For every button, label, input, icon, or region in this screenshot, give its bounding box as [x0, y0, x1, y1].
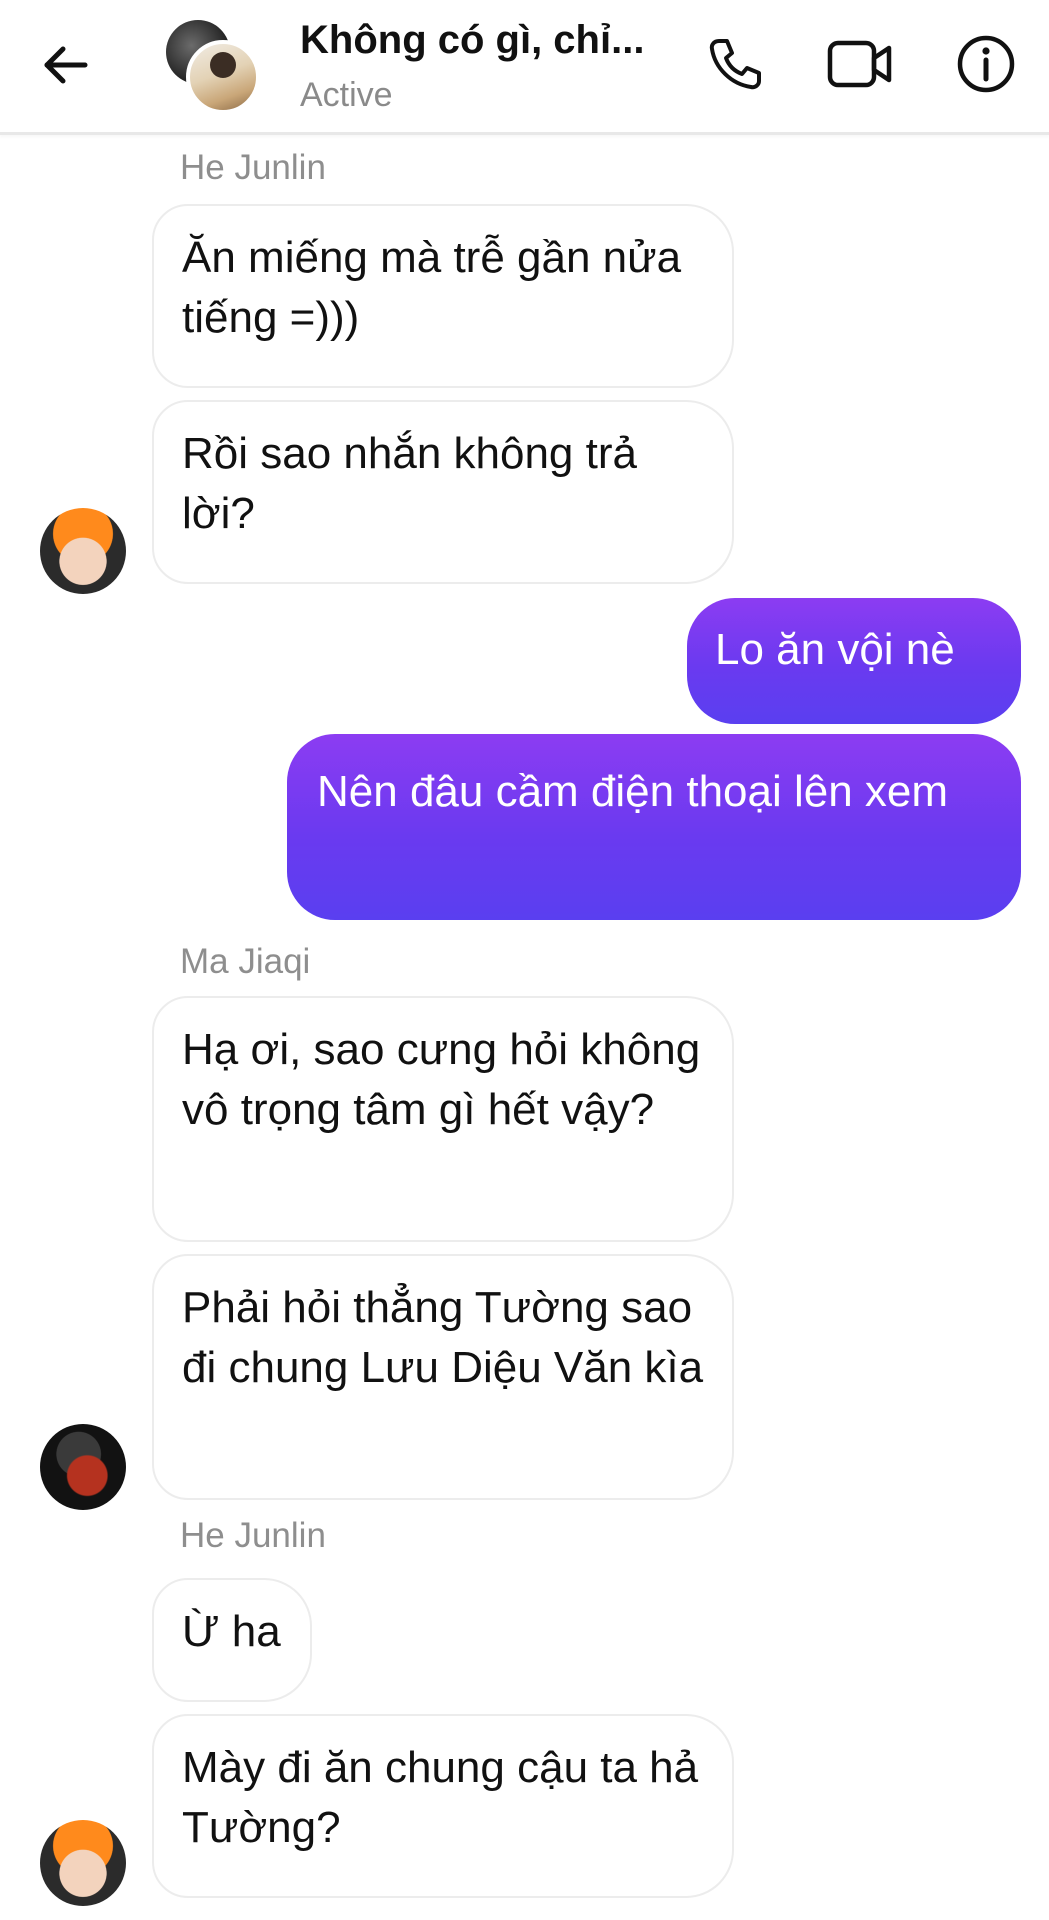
incoming-message-bubble[interactable]: Ăn miếng mà trễ gần nửa tiếng =)))	[152, 204, 734, 388]
info-icon	[957, 35, 1015, 93]
incoming-message-bubble[interactable]: Rồi sao nhắn không trả lời?	[152, 400, 734, 584]
voice-call-button[interactable]	[698, 28, 770, 100]
incoming-message-bubble[interactable]: Phải hỏi thẳng Tường sao đi chung Lưu Di…	[152, 1254, 734, 1500]
sender-name: He Junlin	[180, 148, 326, 187]
incoming-message-bubble[interactable]: Mày đi ăn chung cậu ta hả Tường?	[152, 1714, 734, 1898]
avatar-he-junlin[interactable]	[40, 508, 126, 594]
chat-header: Không có gì, chỉ... Active	[0, 0, 1049, 135]
video-call-button[interactable]	[824, 28, 896, 100]
back-arrow-icon	[44, 46, 88, 84]
chat-screen: Không có gì, chỉ... Active He Junlin Ăn …	[0, 0, 1049, 1920]
conversation-title[interactable]: Không có gì, chỉ...	[300, 18, 644, 63]
active-status: Active	[300, 76, 393, 114]
phone-icon	[709, 39, 761, 90]
back-button[interactable]	[30, 30, 100, 100]
member-avatar	[186, 40, 260, 114]
video-camera-icon	[827, 40, 892, 88]
group-avatar[interactable]	[166, 20, 260, 114]
outgoing-message-bubble[interactable]: Nên đâu cầm điện thoại lên xem	[287, 734, 1021, 920]
avatar-he-junlin[interactable]	[40, 1820, 126, 1906]
sender-name: He Junlin	[180, 1516, 326, 1555]
outgoing-message-bubble[interactable]: Lo ăn vội nè	[687, 598, 1021, 724]
avatar-ma-jiaqi[interactable]	[40, 1424, 126, 1510]
incoming-message-bubble[interactable]: Hạ ơi, sao cưng hỏi không vô trọng tâm g…	[152, 996, 734, 1242]
sender-name: Ma Jiaqi	[180, 942, 311, 981]
info-button[interactable]	[950, 28, 1022, 100]
incoming-message-bubble[interactable]: Ừ ha	[152, 1578, 312, 1702]
